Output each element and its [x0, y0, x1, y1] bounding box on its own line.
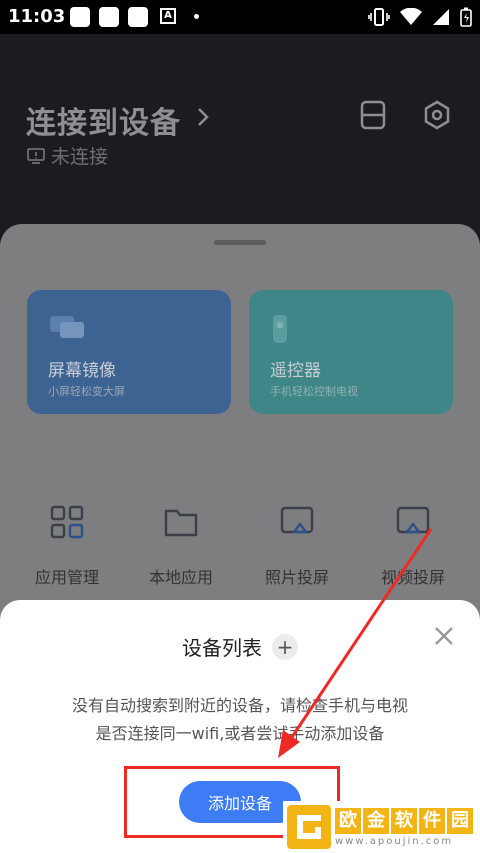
grid-item-label: 本地应用 [148, 568, 213, 587]
chevron-right-icon[interactable] [197, 107, 209, 127]
watermark-text: 欧 金 软 件 园 www.apoujin.com [335, 807, 473, 847]
screen-mirror-card[interactable]: 屏幕镜像 小屏轻松变大屏 [27, 290, 231, 414]
notification-icon [70, 7, 90, 27]
apps-grid-icon [50, 505, 84, 539]
more-notifications-dot [194, 14, 199, 19]
watermark-logo-icon [297, 815, 321, 839]
font-notification-icon: A [160, 8, 176, 24]
dialog-message-line: 是否连接同一wifi,或者尝试手动添加设备 [95, 724, 385, 743]
watermark-char: 园 [447, 807, 473, 834]
dialog-message: 没有自动搜索到附近的设备，请检查手机与电视 是否连接同一wifi,或者尝试手动添… [40, 692, 440, 748]
watermark-url: www.apoujin.com [335, 835, 454, 847]
remote-control-card[interactable]: 遥控器 手机轻松控制电视 [249, 290, 453, 414]
watermark-logo [287, 805, 331, 849]
remote-control-icon [273, 315, 287, 343]
dialog-message-line: 没有自动搜索到附近的设备，请检查手机与电视 [71, 696, 408, 715]
drag-handle[interactable] [214, 240, 266, 245]
header: 连接到设备 未连接 [0, 34, 480, 234]
battery-icon [460, 7, 472, 27]
folder-icon [164, 509, 198, 537]
system-icons [368, 7, 472, 27]
grid-item-label: 视频投屏 [380, 568, 445, 587]
dialog-title: 设备列表 [182, 636, 262, 660]
grid-item-app-management[interactable]: 应用管理 [17, 502, 117, 588]
wifi-icon [400, 8, 422, 25]
grid-item-photo-cast[interactable]: 照片投屏 [247, 502, 347, 588]
screen-mirror-icon [50, 316, 84, 338]
video-cast-icon [396, 506, 430, 534]
watermark-char: 件 [419, 807, 445, 834]
grid-item-label: 照片投屏 [264, 568, 329, 587]
connection-status: 未连接 [27, 142, 108, 169]
add-device-plus-button[interactable]: + [272, 633, 298, 660]
dialog-header: 设备列表 + [0, 632, 480, 661]
settings-icon[interactable] [423, 100, 451, 130]
device-switch-icon[interactable] [360, 100, 386, 130]
cellular-icon [433, 9, 449, 25]
watermark-char: 金 [363, 807, 389, 834]
watermark-char: 欧 [335, 807, 361, 834]
watermark-char: 软 [391, 807, 417, 834]
notification-icon [128, 7, 148, 27]
vibrate-icon [368, 8, 390, 26]
connection-status-text: 未连接 [51, 146, 109, 168]
page-title[interactable]: 连接到设备 [26, 98, 181, 142]
card-title: 遥控器 [270, 361, 321, 381]
grid-item-video-cast[interactable]: 视频投屏 [363, 502, 463, 588]
grid-item-local-apps[interactable]: 本地应用 [131, 502, 231, 588]
grid-item-label: 应用管理 [34, 568, 99, 587]
notification-icon [99, 7, 119, 27]
tv-disconnected-icon [27, 147, 45, 164]
status-bar: 11:03 A [0, 0, 480, 34]
status-time: 11:03 [8, 6, 66, 27]
card-subtitle: 小屏轻松变大屏 [48, 385, 125, 398]
card-title: 屏幕镜像 [48, 361, 116, 381]
close-icon[interactable] [434, 626, 454, 646]
card-subtitle: 手机轻松控制电视 [270, 385, 358, 398]
watermark: 欧 金 软 件 园 www.apoujin.com [283, 801, 480, 853]
photo-cast-icon [280, 506, 314, 534]
